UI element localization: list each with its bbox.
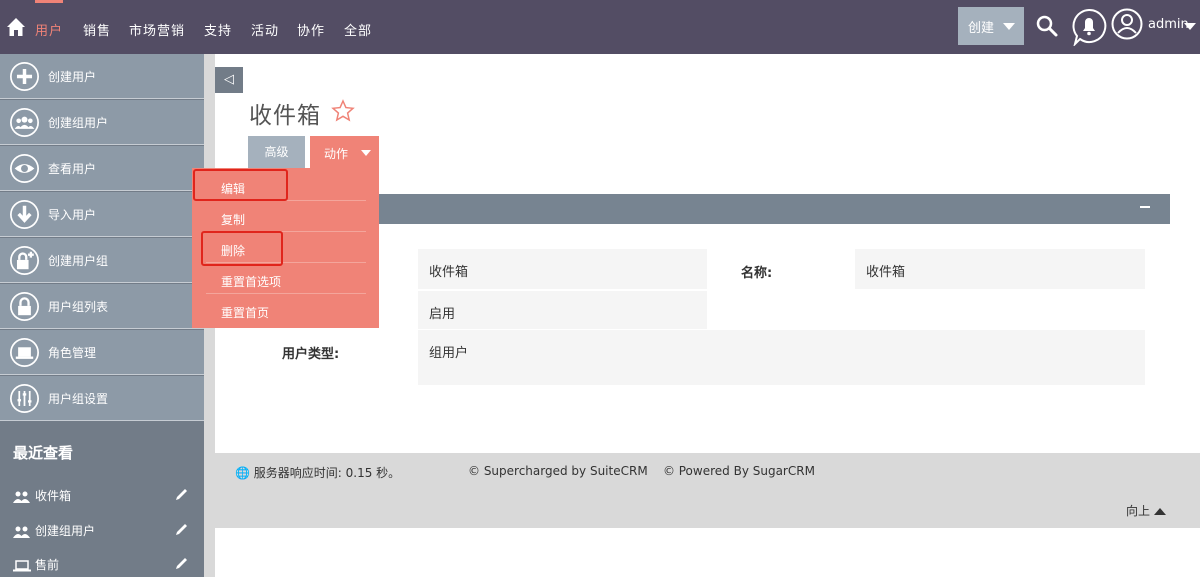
- server-response-time: 🌐 服务器响应时间: 0.15 秒。: [235, 464, 400, 481]
- recent-item-inbox[interactable]: 收件箱: [13, 487, 71, 504]
- sidebar-item-label: 创建用户: [48, 70, 97, 84]
- sidebar-item-user-group-settings[interactable]: 用户组设置: [0, 376, 204, 421]
- globe-icon: 🌐: [235, 466, 250, 480]
- search-icon[interactable]: [1035, 14, 1059, 38]
- highlight-box-edit: [193, 169, 288, 201]
- pencil-icon[interactable]: [175, 487, 189, 501]
- menu-item-reset-homepage[interactable]: 重置首页: [192, 294, 379, 325]
- chevron-down-icon: [1003, 23, 1015, 30]
- sidebar-item-label: 查看用户: [48, 162, 97, 176]
- group-icon: [13, 526, 30, 538]
- field-label-name: 名称:: [741, 266, 773, 281]
- sidebar-item-label: 导入用户: [48, 208, 97, 222]
- sidebar-item-label: 创建组用户: [48, 116, 109, 130]
- create-button[interactable]: 创建: [958, 7, 1024, 45]
- field-value-user-type: 组用户: [418, 330, 1145, 385]
- laptop-icon: [10, 338, 39, 367]
- chevron-down-icon: [361, 150, 371, 156]
- panel-header: [248, 194, 1170, 224]
- collapse-panel-icon[interactable]: [1140, 206, 1150, 208]
- footer: 🌐 服务器响应时间: 0.15 秒。 © Supercharged by Sui…: [215, 453, 1200, 528]
- actions-button[interactable]: 动作: [310, 136, 379, 168]
- nav-item-support[interactable]: 支持: [204, 20, 232, 39]
- sidebar-item-label: 创建用户组: [48, 254, 109, 268]
- field-value-name: 收件箱: [855, 249, 1145, 289]
- group-icon: [10, 108, 39, 137]
- active-tab-indicator: [35, 0, 63, 3]
- sidebar-item-user-group-list[interactable]: 用户组列表: [0, 284, 204, 329]
- nav-item-collaboration[interactable]: 协作: [297, 20, 325, 39]
- lock-icon: [10, 292, 39, 321]
- create-button-label: 创建: [968, 21, 995, 36]
- nav-item-all[interactable]: 全部: [344, 20, 372, 39]
- advanced-button[interactable]: 高级: [248, 136, 305, 168]
- back-to-top-label: 向上: [1126, 504, 1151, 518]
- field-value-status: 启用: [418, 291, 707, 329]
- page-title: 收件箱: [249, 103, 321, 129]
- sidebar-item-label: 用户组列表: [48, 300, 109, 314]
- home-icon[interactable]: [6, 17, 26, 37]
- field-value-user-name: 收件箱: [418, 249, 707, 289]
- collapse-sidebar-button[interactable]: ◁: [215, 67, 243, 93]
- sugarcrm-link[interactable]: © Powered By SugarCRM: [663, 464, 815, 478]
- nav-item-activities[interactable]: 活动: [251, 20, 279, 39]
- pencil-icon[interactable]: [175, 556, 189, 570]
- sliders-icon: [10, 384, 39, 413]
- nav-item-marketing[interactable]: 市场营销: [129, 20, 185, 39]
- suitecrm-link[interactable]: © Supercharged by SuiteCRM: [468, 464, 648, 478]
- sidebar-item-view-users[interactable]: 查看用户: [0, 146, 204, 191]
- user-menu-label[interactable]: admin: [1148, 17, 1189, 32]
- actions-button-label: 动作: [324, 147, 349, 161]
- sidebar-item-create-group-user[interactable]: 创建组用户: [0, 100, 204, 145]
- plus-icon: [10, 62, 39, 91]
- chevron-down-icon[interactable]: [1184, 23, 1196, 30]
- server-response-text: 服务器响应时间: 0.15 秒。: [253, 466, 401, 480]
- sidebar-item-label: 用户组设置: [48, 392, 109, 406]
- eye-icon: [10, 154, 39, 183]
- sidebar-item-create-user-group[interactable]: 创建用户组: [0, 238, 204, 283]
- menu-item-duplicate[interactable]: 复制: [192, 201, 379, 232]
- import-icon: [10, 200, 39, 229]
- recent-item-label: 收件箱: [35, 489, 72, 503]
- user-avatar-icon[interactable]: [1111, 8, 1143, 40]
- recently-viewed-title: 最近查看: [13, 444, 74, 462]
- footer-copyright: © Supercharged by SuiteCRM © Powered By …: [468, 464, 815, 478]
- sidebar-item-create-user[interactable]: 创建用户: [0, 54, 204, 99]
- field-label-user-type: 用户类型:: [282, 347, 340, 362]
- back-to-top-link[interactable]: 向上: [1126, 502, 1167, 519]
- nav-item-users[interactable]: 用户: [35, 20, 63, 39]
- lock-plus-icon: [10, 246, 39, 275]
- sidebar-item-role-management[interactable]: 角色管理: [0, 330, 204, 375]
- bell-icon[interactable]: [1071, 8, 1107, 46]
- nav-item-sales[interactable]: 销售: [83, 20, 111, 39]
- pencil-icon[interactable]: [175, 522, 189, 536]
- menu-item-reset-preferences[interactable]: 重置首选项: [192, 263, 379, 294]
- recent-item-presale[interactable]: 售前: [13, 556, 59, 573]
- laptop-icon: [13, 559, 31, 571]
- recent-item-label: 售前: [35, 558, 60, 572]
- star-icon[interactable]: [331, 99, 355, 123]
- recent-item-label: 创建组用户: [35, 524, 96, 538]
- recent-item-create-group-user[interactable]: 创建组用户: [13, 522, 95, 539]
- highlight-box-delete: [201, 231, 283, 266]
- top-navbar: 用户 销售 市场营销 支持 活动 协作 全部 创建 admin: [0, 0, 1200, 54]
- group-icon: [13, 491, 30, 503]
- chevron-up-icon: [1154, 508, 1167, 515]
- sidebar-item-import-users[interactable]: 导入用户: [0, 192, 204, 237]
- sidebar-item-label: 角色管理: [48, 346, 97, 360]
